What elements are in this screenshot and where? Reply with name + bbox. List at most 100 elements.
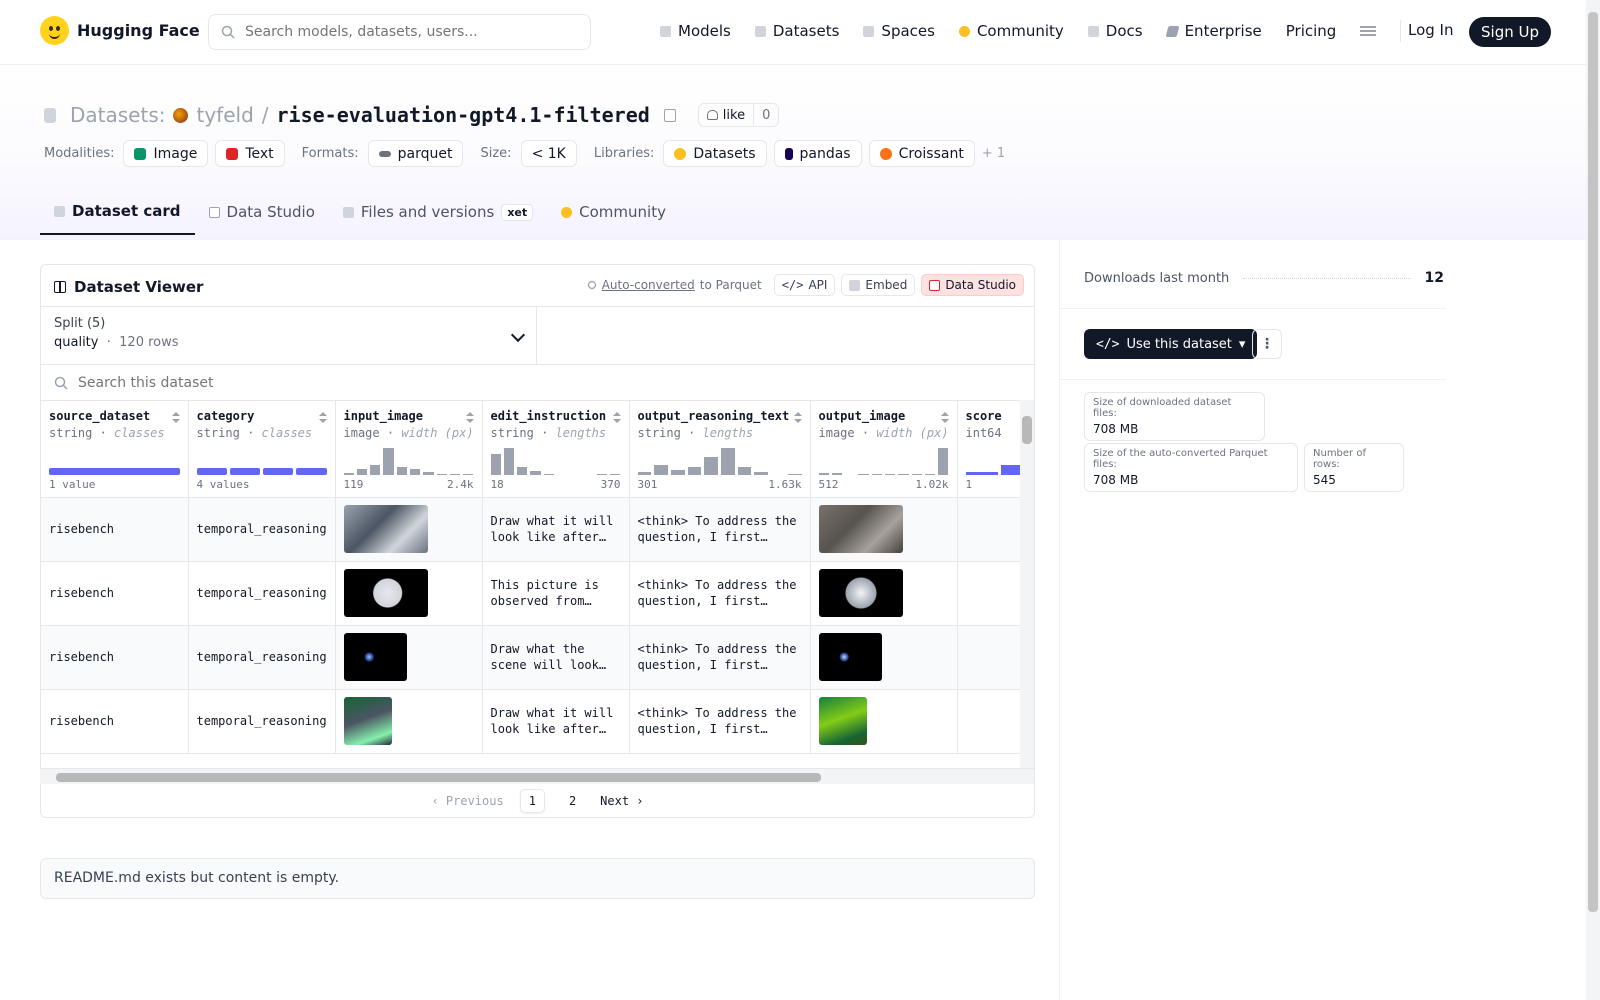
- modality-image-chip[interactable]: Image: [123, 140, 209, 167]
- cell-output-reasoning[interactable]: <think> To address the question, I first…: [629, 625, 811, 690]
- cell-source-dataset[interactable]: risebench: [41, 561, 189, 626]
- nav-pricing[interactable]: Pricing: [1286, 22, 1337, 40]
- library-croissant-chip[interactable]: Croissant: [868, 140, 975, 167]
- nav-models[interactable]: Models: [660, 22, 731, 40]
- global-search[interactable]: [208, 14, 591, 50]
- cell-output-image[interactable]: [810, 497, 958, 562]
- column-header-output-reasoning-text[interactable]: output_reasoning_text string · lengths 3…: [629, 401, 811, 498]
- data-studio-button[interactable]: Data Studio: [921, 274, 1024, 296]
- input-image-thumbnail[interactable]: [343, 505, 428, 553]
- dataset-search-input[interactable]: [78, 374, 578, 391]
- cell-edit-instruction[interactable]: This picture is observed from the…: [482, 561, 630, 626]
- column-header-edit-instruction[interactable]: edit_instruction string · lengths 18 370: [482, 401, 630, 498]
- page-2[interactable]: 2: [561, 790, 584, 812]
- table-vertical-scrollbar[interactable]: [1020, 400, 1034, 768]
- cell-input-image[interactable]: [335, 625, 483, 690]
- embed-button[interactable]: Embed: [841, 274, 916, 296]
- cell-source-dataset[interactable]: risebench: [41, 625, 189, 690]
- input-image-thumbnail[interactable]: [343, 569, 428, 617]
- tab-dataset-card[interactable]: Dataset card: [40, 189, 195, 235]
- input-image-thumbnail[interactable]: [343, 633, 407, 681]
- like-button[interactable]: like 0: [697, 103, 780, 127]
- more-menu-icon[interactable]: [1360, 26, 1377, 36]
- output-image-thumbnail[interactable]: [818, 569, 903, 617]
- nav-docs[interactable]: Docs: [1087, 22, 1143, 40]
- input-image-thumbnail[interactable]: [343, 697, 392, 745]
- output-image-thumbnail[interactable]: [818, 697, 867, 745]
- cell-edit-instruction[interactable]: Draw what the scene will look…: [482, 625, 630, 690]
- output-image-thumbnail[interactable]: [818, 633, 882, 681]
- library-datasets-chip[interactable]: Datasets: [663, 140, 767, 167]
- modality-text-chip[interactable]: Text: [215, 140, 285, 167]
- signup-button[interactable]: Sign Up: [1469, 17, 1551, 47]
- dataset-search[interactable]: [41, 365, 1034, 401]
- auto-converted-link[interactable]: Auto-converted: [602, 278, 695, 292]
- cell-category[interactable]: temporal_reasoning: [188, 497, 336, 562]
- login-link[interactable]: Log In: [1408, 21, 1454, 39]
- cell-category[interactable]: temporal_reasoning: [188, 561, 336, 626]
- tab-files[interactable]: Files and versions xet: [329, 189, 547, 235]
- column-header-source-dataset[interactable]: source_dataset string · classes 1 value: [41, 401, 189, 498]
- nav-enterprise[interactable]: Enterprise: [1165, 22, 1262, 40]
- size-chip[interactable]: < 1K: [520, 140, 577, 167]
- repo-name[interactable]: rise-evaluation-gpt4.1-filtered: [277, 103, 650, 127]
- table-row[interactable]: risebench temporal_reasoning This pictur…: [41, 561, 1034, 626]
- cell-output-reasoning[interactable]: <think> To address the question, I first…: [629, 497, 811, 562]
- tab-data-studio[interactable]: Data Studio: [195, 189, 329, 235]
- logo[interactable]: Hugging Face: [40, 16, 200, 45]
- owner-link[interactable]: tyfeld: [196, 103, 253, 127]
- page-scrollbar[interactable]: [1586, 0, 1600, 1000]
- cell-category[interactable]: temporal_reasoning: [188, 689, 336, 754]
- owner-avatar[interactable]: [173, 107, 189, 123]
- split-selector[interactable]: Split (5) quality · 120 rows: [41, 307, 537, 365]
- library-pandas-chip[interactable]: pandas: [773, 140, 862, 167]
- sort-icon[interactable]: [940, 412, 949, 424]
- tab-community[interactable]: Community: [547, 189, 680, 235]
- api-button[interactable]: </> API: [773, 274, 836, 296]
- nav-datasets[interactable]: Datasets: [754, 22, 839, 40]
- table-row[interactable]: risebench temporal_reasoning Draw what i…: [41, 497, 1034, 562]
- copy-icon[interactable]: [663, 108, 676, 122]
- table-row[interactable]: risebench temporal_reasoning Draw what i…: [41, 689, 1034, 754]
- more-libraries[interactable]: + 1: [982, 146, 1005, 161]
- cell-category[interactable]: temporal_reasoning: [188, 625, 336, 690]
- next-page[interactable]: Next ›: [600, 794, 643, 808]
- sort-icon[interactable]: [171, 412, 180, 424]
- cell-output-image[interactable]: [810, 689, 958, 754]
- cell-input-image[interactable]: [335, 561, 483, 626]
- global-search-input[interactable]: [245, 24, 565, 40]
- scrollbar-thumb[interactable]: [1588, 12, 1598, 912]
- column-header-input-image[interactable]: input_image image · width (px) 119 2.4k: [335, 401, 483, 498]
- cell-output-reasoning[interactable]: <think> To address the question, I first…: [629, 561, 811, 626]
- cell-input-image[interactable]: [335, 689, 483, 754]
- table-row[interactable]: risebench temporal_reasoning Draw what t…: [41, 625, 1034, 690]
- nav-community[interactable]: Community: [958, 22, 1064, 40]
- cell-edit-instruction[interactable]: Draw what it will look like after…: [482, 497, 630, 562]
- cell-source-dataset[interactable]: risebench: [41, 689, 189, 754]
- sort-icon[interactable]: [465, 412, 474, 424]
- previous-page[interactable]: ‹ Previous: [431, 794, 503, 808]
- sort-icon[interactable]: [793, 412, 802, 424]
- scrollbar-thumb[interactable]: [1022, 416, 1032, 444]
- table-horizontal-scrollbar[interactable]: [40, 768, 1034, 784]
- cell-output-image[interactable]: [810, 625, 958, 690]
- scrollbar-thumb[interactable]: [56, 773, 821, 782]
- page-1[interactable]: 1: [519, 789, 545, 813]
- format-chip[interactable]: parquet: [367, 140, 464, 167]
- kebab-menu-icon: ⋮: [1260, 336, 1274, 352]
- column-header-category[interactable]: category string · classes 4 values: [188, 401, 336, 498]
- use-dataset-button[interactable]: </> Use this dataset ▾: [1084, 329, 1258, 359]
- cell-edit-instruction[interactable]: Draw what it will look like after a…: [482, 689, 630, 754]
- cell-output-reasoning[interactable]: <think> To address the question, I first…: [629, 689, 811, 754]
- nav-spaces[interactable]: Spaces: [863, 22, 935, 40]
- stat-value: 708 MB: [1093, 473, 1139, 487]
- output-image-thumbnail[interactable]: [818, 505, 903, 553]
- column-header-output-image[interactable]: output_image image · width (px) 512 1.02k: [810, 401, 958, 498]
- more-options-button[interactable]: ⋮: [1252, 329, 1282, 359]
- cell-source-dataset[interactable]: risebench: [41, 497, 189, 562]
- sort-icon[interactable]: [612, 412, 621, 424]
- sort-icon[interactable]: [318, 412, 327, 424]
- cell-input-image[interactable]: [335, 497, 483, 562]
- cell-output-image[interactable]: [810, 561, 958, 626]
- section-label[interactable]: Datasets:: [70, 103, 165, 127]
